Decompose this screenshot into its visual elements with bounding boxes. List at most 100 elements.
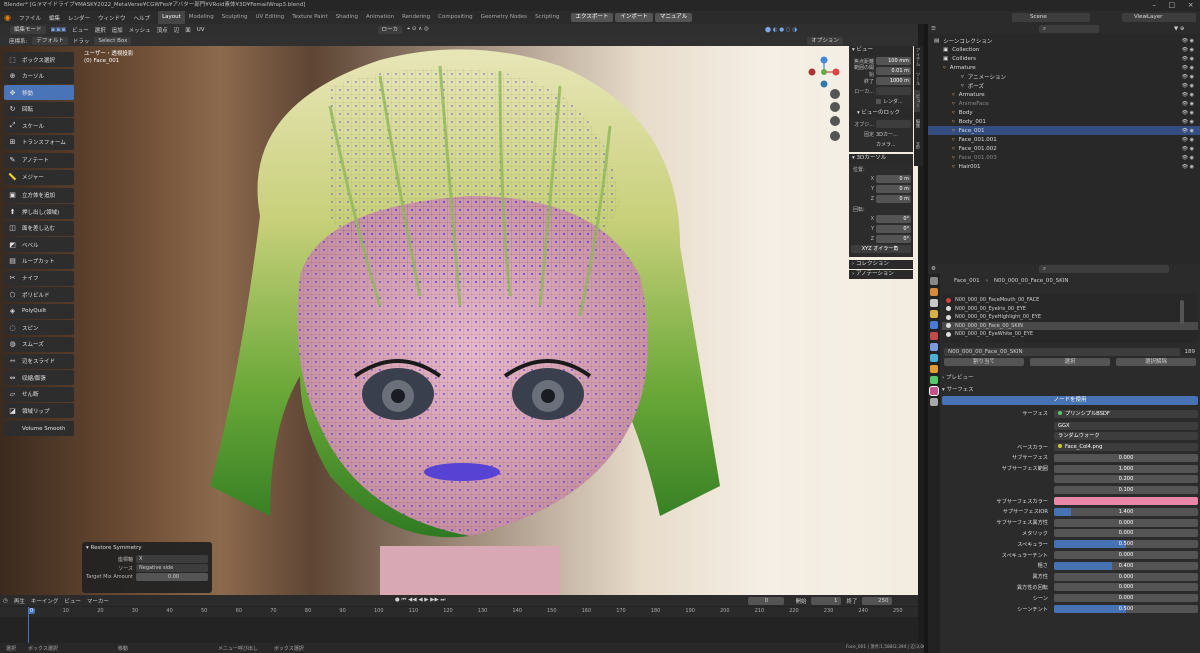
outliner-row[interactable]: ▿ Body 👁 ◉ (928, 108, 1200, 117)
properties-tab-icon[interactable] (929, 386, 939, 396)
mode-dropdown[interactable]: 編集モード (10, 25, 46, 34)
menu-view[interactable]: ビュー (69, 26, 92, 34)
menu-uv[interactable]: UV (194, 27, 208, 33)
workspace-tab-compositing[interactable]: Compositing (434, 11, 476, 24)
snap-icon[interactable]: ⌖ ⊙ ∧ ◎ (404, 26, 432, 33)
workspace-tab-layout[interactable]: Layout (158, 11, 185, 24)
outliner-row[interactable]: ▿ Body_001 👁 ◉ (928, 117, 1200, 126)
shader-property-field[interactable]: 0.500 (1054, 540, 1198, 549)
visibility-icon[interactable]: 👁 ◉ (1182, 164, 1194, 170)
menu-add[interactable]: 追加 (109, 26, 126, 34)
axis-dropdown[interactable]: X (136, 555, 208, 563)
properties-tab-icon[interactable] (930, 310, 938, 318)
cursor-rot-x[interactable]: 0° (876, 215, 911, 223)
visibility-icon[interactable]: 👁 ◉ (1182, 74, 1194, 80)
visibility-icon[interactable]: 👁 ◉ (1182, 92, 1194, 98)
properties-tab-icon[interactable] (930, 321, 938, 329)
properties-tab-icon[interactable] (930, 398, 938, 406)
tool-2[interactable]: ✥ 移動 (4, 85, 74, 101)
assign-button[interactable]: 割り当て (944, 358, 1024, 366)
use-nodes-button[interactable]: ノードを使用 (942, 396, 1198, 405)
workspace-tab-shading[interactable]: Shading (332, 11, 362, 24)
3d-viewport[interactable]: ユーザー・透視投影 (0) Face_001 (0, 46, 918, 595)
tool-11[interactable]: ◩ ベベル (4, 237, 74, 253)
shader-property-field[interactable]: 0.000 (1054, 529, 1198, 538)
properties-tab-icon[interactable] (930, 365, 938, 373)
menu-0[interactable]: ファイル (15, 14, 45, 22)
tool-22[interactable]: Volume Smooth (4, 421, 74, 437)
cursor-rot-z[interactable]: 0° (876, 235, 911, 243)
collection-header[interactable]: › コレクション (849, 260, 913, 269)
outliner-row[interactable]: ▿ Hair001 👁 ◉ (928, 162, 1200, 171)
outliner-row[interactable]: ▿ Face_001.001 👁 ◉ (928, 135, 1200, 144)
deselect-button[interactable]: 選択解除 (1116, 358, 1196, 366)
outliner-row[interactable]: ▿ Armature 👁 ◉ (928, 63, 1200, 72)
drag-dropdown[interactable]: Select Box (94, 36, 132, 45)
shader-property-field[interactable]: 0.400 (1054, 561, 1198, 570)
outliner-row[interactable]: ▿ Face_001 👁 ◉ (928, 126, 1200, 135)
properties-tab-icon[interactable] (930, 343, 938, 351)
clip-start-field[interactable]: 0.01 m (876, 67, 911, 75)
tool-18[interactable]: ⇿ 辺をスライド (4, 353, 74, 369)
tool-4[interactable]: ⤢ スケール (4, 118, 74, 134)
outliner-editor-icon[interactable]: ☰ (928, 26, 939, 32)
focal-length-field[interactable]: 100 mm (876, 57, 911, 65)
select-mode-icons[interactable]: ▣▣▣ (48, 27, 70, 33)
addon-button-2[interactable]: マニュアル (654, 13, 693, 22)
options-dropdown[interactable]: オプション (807, 36, 843, 45)
outliner-row[interactable]: ▿ Armature 👁 ◉ (928, 90, 1200, 99)
users-count[interactable]: 189 (1182, 349, 1199, 355)
workspace-tab-geometry-nodes[interactable]: Geometry Nodes (477, 11, 531, 24)
close-icon[interactable]: × (1188, 0, 1194, 11)
workspace-tab-texture-paint[interactable]: Texture Paint (288, 11, 332, 24)
shader-property-field[interactable]: 0.000 (1054, 518, 1198, 527)
sidebar-tab-4[interactable]: MB (914, 134, 919, 156)
menu-3[interactable]: ウィンドウ (94, 14, 130, 22)
visibility-icon[interactable]: 👁 ◉ (1182, 146, 1194, 152)
marker-menu[interactable]: マーカー (84, 597, 112, 605)
properties-tab-icon[interactable] (930, 288, 938, 296)
tool-15[interactable]: ◈ PolyQuilt (4, 303, 74, 319)
tool-12[interactable]: ▤ ループカット (4, 253, 74, 269)
orientation-dropdown[interactable]: デフォルト (32, 36, 68, 45)
visibility-icon[interactable]: 👁 ◉ (1182, 83, 1194, 89)
minimize-icon[interactable]: – (1152, 0, 1156, 11)
material-slot[interactable]: N00_000_00_EyeHighlight_00_EYE (942, 313, 1198, 322)
material-slot[interactable]: N00_000_00_Face_00_SKIN (942, 321, 1198, 330)
3d-cursor-header[interactable]: ▾ 3Dカーソル (849, 154, 913, 163)
outliner-row[interactable]: ▤ シーンコレクション 👁 ◉ (928, 36, 1200, 45)
material-slot[interactable]: N00_000_00_EyeIris_00_EYE (942, 305, 1198, 314)
timeline-view-menu[interactable]: ビュー (61, 597, 84, 605)
tool-0[interactable]: ⬚ ボックス選択 (4, 52, 74, 67)
scene-selector[interactable]: Scene (1012, 13, 1090, 22)
outliner-row[interactable]: ▿ Face_001.002 👁 ◉ (928, 144, 1200, 153)
shader-property-field[interactable]: 1.000 (1054, 464, 1198, 473)
shader-property-field[interactable]: 0.100 (1054, 486, 1198, 495)
overlay-icons[interactable]: ⬤ ◐ ● ○ ◑ (762, 27, 800, 33)
outliner-search[interactable]: ⌕ (1038, 25, 1099, 33)
rotation-mode-dropdown[interactable]: XYZ オイラー角 (851, 245, 911, 253)
outliner-row[interactable]: ▿ アニメーション 👁 ◉ (928, 72, 1200, 81)
render-region-checkbox[interactable] (876, 98, 881, 104)
visibility-icon[interactable]: 👁 ◉ (1182, 110, 1194, 116)
workspace-tab-uv-editing[interactable]: UV Editing (251, 11, 288, 24)
menu-face[interactable]: 面 (182, 26, 194, 34)
tool-16[interactable]: ◌ スピン (4, 320, 74, 336)
cursor-loc-y[interactable]: 0 m (876, 185, 911, 193)
keying-menu[interactable]: キーイング (28, 597, 62, 605)
annotation-header[interactable]: › アノテーション (849, 270, 913, 279)
menu-edge[interactable]: 辺 (171, 26, 183, 34)
workspace-tab-rendering[interactable]: Rendering (398, 11, 434, 24)
workspace-tab-animation[interactable]: Animation (362, 11, 398, 24)
shader-property-field[interactable]: 0.000 (1054, 594, 1198, 603)
surface-shader-field[interactable]: プリンシプルBSDF (1054, 409, 1198, 418)
filter-icon[interactable]: ▼ ⊕ (1171, 26, 1188, 32)
tool-7[interactable]: 📏 メジャー (4, 169, 74, 185)
start-frame-field[interactable]: 1 (811, 596, 842, 605)
tool-5[interactable]: ⊞ トランスフォーム (4, 134, 74, 150)
source-dropdown[interactable]: Negative side (136, 564, 208, 572)
workspace-tab-modeling[interactable]: Modeling (185, 11, 218, 24)
sidebar-tab-0[interactable]: アイテム (914, 46, 920, 68)
tool-1[interactable]: ⊕ カーソル (4, 68, 74, 84)
cursor-loc-x[interactable]: 0 m (876, 175, 911, 183)
